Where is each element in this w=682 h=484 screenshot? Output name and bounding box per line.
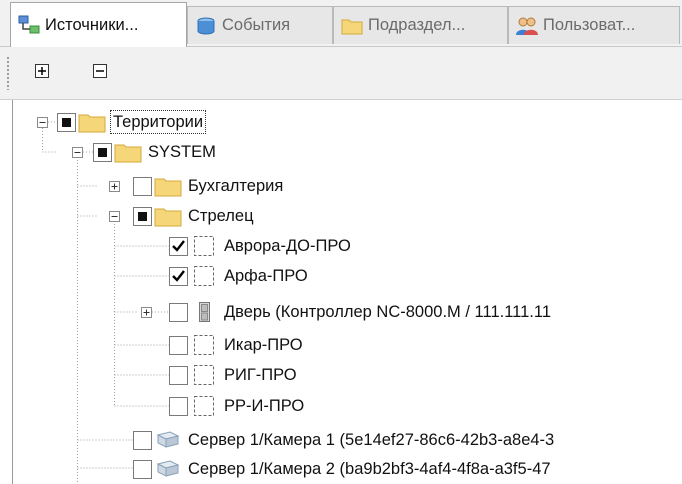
tab-sources-label: Источники... xyxy=(45,15,139,34)
expand-all-icon xyxy=(35,64,49,78)
tab-subdivisions[interactable]: Подраздел... xyxy=(333,6,508,44)
device-placeholder-icon xyxy=(190,333,218,357)
sources-icon xyxy=(18,15,40,34)
buh-label: Бухгалтерия xyxy=(188,177,284,195)
camera-2-checkbox[interactable] xyxy=(133,459,152,479)
tree-node-strelets[interactable]: Стрелец xyxy=(133,201,254,231)
camera-1-checkbox[interactable] xyxy=(133,430,152,450)
device-placeholder-icon xyxy=(190,394,218,418)
tree-node-avrora[interactable]: Аврора-ДО-ПРО xyxy=(169,231,351,261)
folder-icon xyxy=(341,19,363,34)
tree-node-camera-2[interactable]: Сервер 1/Камера 2 (ba9b2bf3-4af4-4f8a-a3… xyxy=(133,454,551,484)
tree-node-rig[interactable]: РИГ-ПРО xyxy=(169,360,297,390)
rig-checkbox[interactable] xyxy=(169,365,188,385)
arfa-label: Арфа-ПРО xyxy=(224,267,308,285)
collapse-system-toggle[interactable] xyxy=(72,147,83,158)
tree-node-camera-1[interactable]: Сервер 1/Камера 1 (5e14ef27-86c6-42b3-a8… xyxy=(133,425,554,455)
arfa-checkbox[interactable] xyxy=(169,266,188,286)
tab-events[interactable]: События xyxy=(187,6,333,44)
folder-icon xyxy=(78,110,106,134)
tree-node-buh[interactable]: Бухгалтерия xyxy=(133,171,283,201)
device-placeholder-icon xyxy=(190,234,218,258)
collapse-all-icon xyxy=(93,64,107,78)
tab-subdivisions-label: Подраздел... xyxy=(368,16,466,34)
folder-icon xyxy=(154,174,182,198)
tab-sources[interactable]: Источники... xyxy=(10,2,187,47)
device-placeholder-icon xyxy=(190,363,218,387)
tree-node-arfa[interactable]: Арфа-ПРО xyxy=(169,261,308,291)
device-placeholder-icon xyxy=(190,264,218,288)
rr-checkbox[interactable] xyxy=(169,396,188,416)
strelets-checkbox[interactable] xyxy=(133,206,152,226)
rig-label: РИГ-ПРО xyxy=(224,366,297,384)
users-icon xyxy=(516,17,538,35)
toolbar xyxy=(0,47,682,100)
collapse-strelets-toggle[interactable] xyxy=(109,211,120,222)
camera-icon xyxy=(154,428,182,452)
camera-2-label: Сервер 1/Камера 2 (ba9b2bf3-4af4-4f8a-a3… xyxy=(188,460,551,478)
tab-strip: Источники... События Подраздел... Пользо… xyxy=(0,0,682,47)
strelets-label: Стрелец xyxy=(188,207,254,225)
tab-events-label: События xyxy=(222,16,291,34)
collapse-root-toggle[interactable] xyxy=(37,117,48,128)
expand-buh-toggle[interactable] xyxy=(109,181,120,192)
expand-door-toggle[interactable] xyxy=(141,307,152,318)
door-checkbox[interactable] xyxy=(169,302,188,322)
avrora-checkbox[interactable] xyxy=(169,236,188,256)
tree-node-ikar[interactable]: Икар-ПРО xyxy=(169,330,303,360)
rr-label: РР-И-ПРО xyxy=(224,397,305,415)
ikar-label: Икар-ПРО xyxy=(224,336,303,354)
camera-1-label: Сервер 1/Камера 1 (5e14ef27-86c6-42b3-a8… xyxy=(188,431,555,449)
tree-node-system[interactable]: SYSTEM xyxy=(93,137,216,167)
ikar-checkbox[interactable] xyxy=(169,335,188,355)
buh-checkbox[interactable] xyxy=(133,176,152,196)
system-checkbox[interactable] xyxy=(93,142,112,162)
system-label: SYSTEM xyxy=(148,143,216,161)
avrora-label: Аврора-ДО-ПРО xyxy=(224,237,351,255)
tree-node-territories[interactable]: Территории xyxy=(57,107,207,137)
door-label: Дверь (Контроллер NC-8000.M / 111.111.11 xyxy=(224,303,551,321)
toolbar-grip[interactable] xyxy=(6,56,10,90)
tree-node-door[interactable]: Дверь (Контроллер NC-8000.M / 111.111.11 xyxy=(169,297,551,327)
door-icon xyxy=(190,300,218,324)
tab-users-label: Пользоват... xyxy=(543,16,636,34)
expand-all-button[interactable] xyxy=(32,61,54,83)
events-icon xyxy=(197,17,215,34)
territories-checkbox[interactable] xyxy=(57,112,76,132)
camera-icon xyxy=(154,457,182,481)
territories-label: Территории xyxy=(109,110,207,134)
folder-icon xyxy=(154,204,182,228)
folder-icon xyxy=(114,140,142,164)
tab-users[interactable]: Пользоват... xyxy=(508,6,680,44)
tree-node-rr[interactable]: РР-И-ПРО xyxy=(169,391,304,421)
collapse-all-button[interactable] xyxy=(90,61,112,83)
sources-tree[interactable]: Территории SYSTEM Бухгалтерия Стрелец Ав… xyxy=(12,100,682,484)
